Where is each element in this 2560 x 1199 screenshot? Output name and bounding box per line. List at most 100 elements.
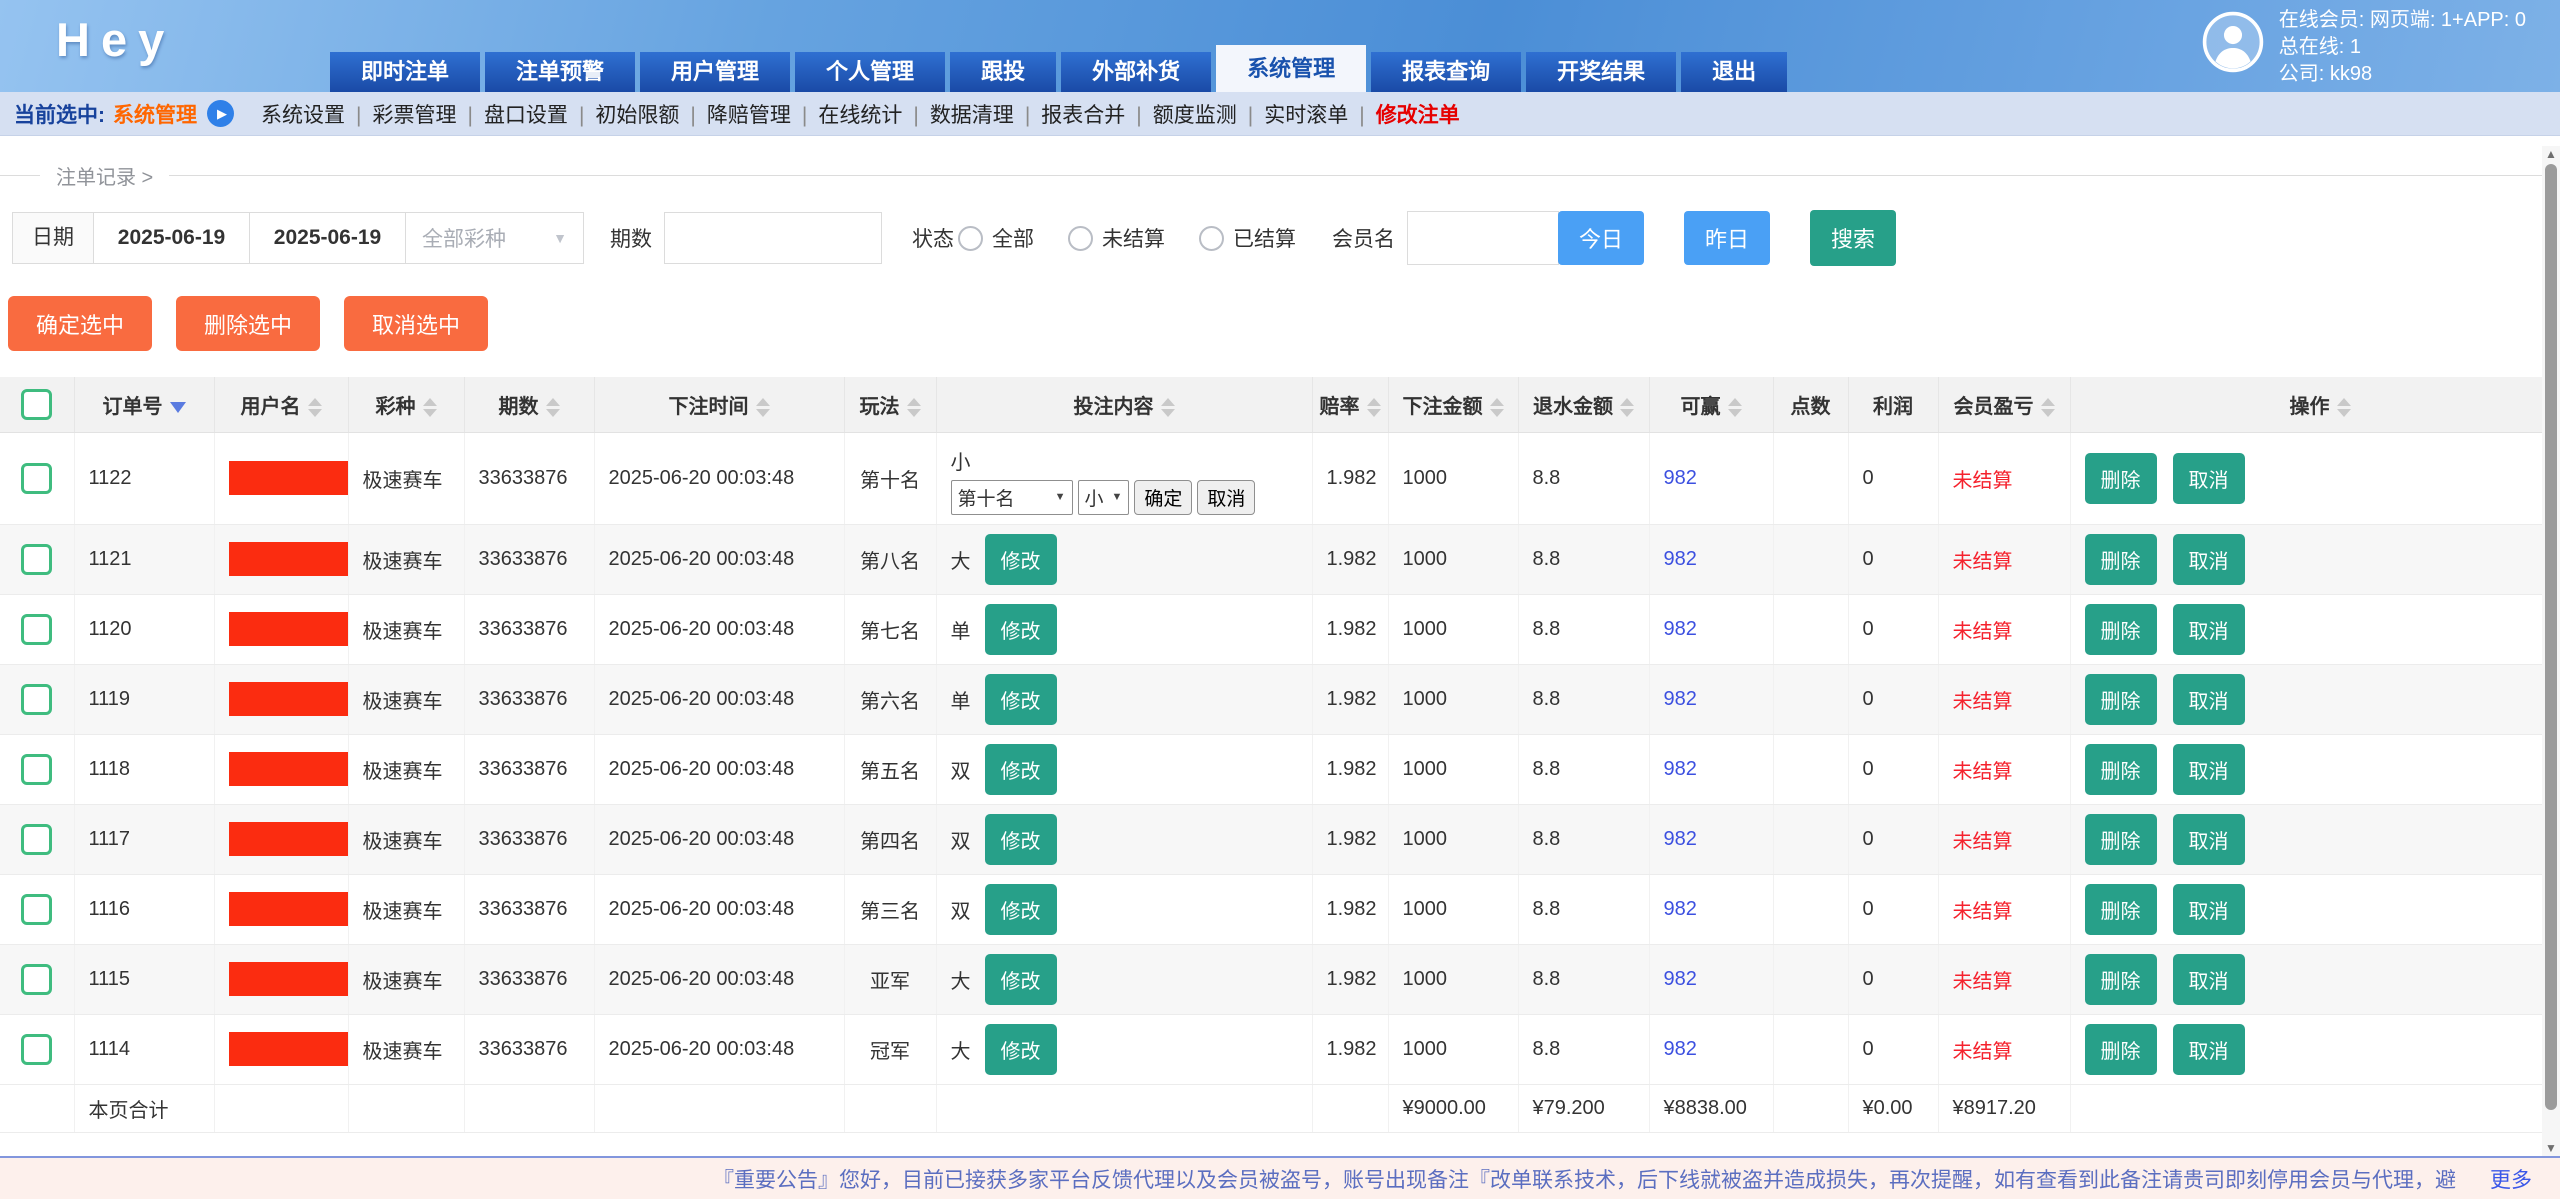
delete-button[interactable]: 删除 [2085, 1024, 2157, 1075]
subnav-link-降赔管理[interactable]: 降赔管理 [707, 104, 791, 127]
sort-arrows-icon[interactable] [423, 398, 437, 417]
lottery-type-select[interactable]: 全部彩种 ▼ [406, 212, 584, 264]
tab-系统管理[interactable]: 系统管理 [1216, 45, 1366, 92]
row-checkbox[interactable] [21, 1034, 52, 1065]
column-header-会员盈亏[interactable]: 会员盈亏 [1938, 377, 2070, 432]
tab-开奖结果[interactable]: 开奖结果 [1526, 52, 1676, 92]
bulk-button-取消选中[interactable]: 取消选中 [344, 296, 488, 351]
delete-button[interactable]: 删除 [2085, 884, 2157, 935]
win-amount-link[interactable]: 982 [1664, 688, 1697, 710]
today-button[interactable]: 今日 [1558, 211, 1644, 265]
announcement-more-link[interactable]: 更多 [2490, 1164, 2532, 1194]
cancel-button[interactable]: 取消 [2173, 1024, 2245, 1075]
modify-button[interactable]: 修改 [985, 604, 1057, 655]
play-select[interactable]: 第十名▼ [951, 480, 1073, 515]
sort-arrows-icon[interactable] [546, 398, 560, 417]
column-header-下注时间[interactable]: 下注时间 [594, 377, 844, 432]
tab-注单预警[interactable]: 注单预警 [485, 52, 635, 92]
row-checkbox[interactable] [21, 684, 52, 715]
column-header-投注内容[interactable]: 投注内容 [936, 377, 1312, 432]
row-checkbox[interactable] [21, 544, 52, 575]
win-amount-link[interactable]: 982 [1664, 467, 1697, 489]
tab-用户管理[interactable]: 用户管理 [640, 52, 790, 92]
subnav-link-系统设置[interactable]: 系统设置 [261, 104, 345, 127]
win-amount-link[interactable]: 982 [1664, 1038, 1697, 1060]
select-all-checkbox[interactable] [21, 389, 52, 420]
column-header-赔率[interactable]: 赔率 [1312, 377, 1388, 432]
row-checkbox[interactable] [21, 754, 52, 785]
bet-select[interactable]: 小▼ [1078, 480, 1130, 515]
sort-arrows-icon[interactable] [907, 398, 921, 417]
sort-arrows-icon[interactable] [308, 398, 322, 417]
row-checkbox[interactable] [21, 964, 52, 995]
cancel-button[interactable]: 取消 [2173, 453, 2245, 504]
modify-button[interactable]: 修改 [985, 814, 1057, 865]
yesterday-button[interactable]: 昨日 [1684, 211, 1770, 265]
column-header-可赢[interactable]: 可赢 [1649, 377, 1773, 432]
column-header-退水金额[interactable]: 退水金额 [1518, 377, 1649, 432]
win-amount-link[interactable]: 982 [1664, 898, 1697, 920]
sort-arrows-icon[interactable] [1490, 398, 1504, 417]
cancel-button[interactable]: 取消 [2173, 674, 2245, 725]
sort-desc-icon[interactable] [170, 402, 186, 413]
delete-button[interactable]: 删除 [2085, 453, 2157, 504]
sort-arrows-icon[interactable] [1620, 398, 1634, 417]
subnav-link-初始限额[interactable]: 初始限额 [595, 104, 679, 127]
subnav-link-报表合并[interactable]: 报表合并 [1041, 104, 1125, 127]
column-header-点数[interactable]: 点数 [1773, 377, 1848, 432]
tab-报表查询[interactable]: 报表查询 [1371, 52, 1521, 92]
modify-button[interactable]: 修改 [985, 744, 1057, 795]
search-button[interactable]: 搜索 [1810, 210, 1896, 266]
win-amount-link[interactable]: 982 [1664, 758, 1697, 780]
subnav-link-在线统计[interactable]: 在线统计 [818, 104, 902, 127]
cancel-button[interactable]: 取消 [2173, 744, 2245, 795]
modify-button[interactable]: 修改 [985, 674, 1057, 725]
delete-button[interactable]: 删除 [2085, 954, 2157, 1005]
column-header-期数[interactable]: 期数 [464, 377, 594, 432]
confirm-edit-button[interactable]: 确定 [1134, 480, 1192, 515]
delete-button[interactable]: 删除 [2085, 534, 2157, 585]
sort-arrows-icon[interactable] [2337, 398, 2351, 417]
cancel-button[interactable]: 取消 [2173, 604, 2245, 655]
row-checkbox[interactable] [21, 894, 52, 925]
delete-button[interactable]: 删除 [2085, 604, 2157, 655]
column-header-操作[interactable]: 操作 [2070, 377, 2560, 432]
scroll-down-arrow-icon[interactable]: ▼ [2542, 1140, 2560, 1156]
column-header-下注金额[interactable]: 下注金额 [1388, 377, 1518, 432]
modify-button[interactable]: 修改 [985, 884, 1057, 935]
row-checkbox[interactable] [21, 614, 52, 645]
tab-个人管理[interactable]: 个人管理 [795, 52, 945, 92]
delete-button[interactable]: 删除 [2085, 744, 2157, 795]
win-amount-link[interactable]: 982 [1664, 828, 1697, 850]
delete-button[interactable]: 删除 [2085, 674, 2157, 725]
sort-arrows-icon[interactable] [1728, 398, 1742, 417]
scroll-up-arrow-icon[interactable]: ▲ [2542, 146, 2560, 162]
tab-外部补货[interactable]: 外部补货 [1061, 52, 1211, 92]
column-header-彩种[interactable]: 彩种 [348, 377, 464, 432]
subnav-link-彩票管理[interactable]: 彩票管理 [372, 104, 456, 127]
modify-button[interactable]: 修改 [985, 954, 1057, 1005]
delete-button[interactable]: 删除 [2085, 814, 2157, 865]
subnav-link-数据清理[interactable]: 数据清理 [930, 104, 1014, 127]
cancel-button[interactable]: 取消 [2173, 534, 2245, 585]
tab-跟投[interactable]: 跟投 [950, 52, 1056, 92]
win-amount-link[interactable]: 982 [1664, 968, 1697, 990]
period-input[interactable] [664, 212, 882, 264]
modify-button[interactable]: 修改 [985, 534, 1057, 585]
status-radio-未结算[interactable]: 未结算 [1064, 223, 1165, 253]
sort-arrows-icon[interactable] [756, 398, 770, 417]
bulk-button-删除选中[interactable]: 删除选中 [176, 296, 320, 351]
column-header-玩法[interactable]: 玩法 [844, 377, 936, 432]
date-to-input[interactable] [250, 212, 406, 264]
subnav-link-额度监测[interactable]: 额度监测 [1153, 104, 1237, 127]
date-from-input[interactable] [94, 212, 250, 264]
member-name-input[interactable] [1407, 211, 1559, 265]
scrollbar-thumb[interactable] [2545, 164, 2557, 1110]
column-header-用户名[interactable]: 用户名 [214, 377, 348, 432]
column-header-利润[interactable]: 利润 [1848, 377, 1938, 432]
sort-arrows-icon[interactable] [1161, 398, 1175, 417]
cancel-button[interactable]: 取消 [2173, 954, 2245, 1005]
subnav-link-实时滚单[interactable]: 实时滚单 [1264, 104, 1348, 127]
tab-退出[interactable]: 退出 [1681, 52, 1787, 92]
row-checkbox[interactable] [21, 824, 52, 855]
